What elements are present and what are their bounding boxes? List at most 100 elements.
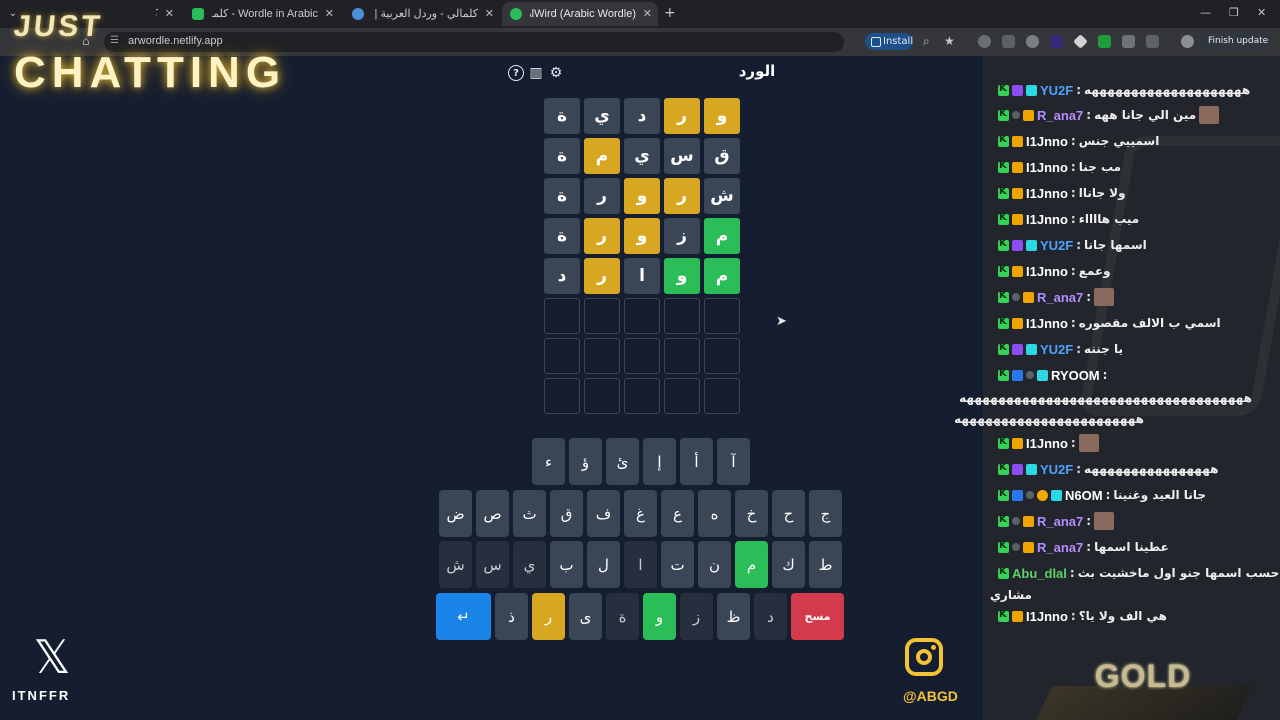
profile-avatar[interactable]	[1181, 35, 1194, 48]
finish-update-button[interactable]: Finish update	[1200, 32, 1272, 51]
install-button[interactable]: Install	[865, 33, 913, 50]
key-letter[interactable]: ه	[698, 490, 731, 537]
key-letter[interactable]: إ	[643, 438, 676, 485]
chat-badge-icon	[998, 83, 1009, 96]
chat-username[interactable]: R_ana7	[1037, 290, 1083, 305]
chat-username[interactable]: I1Jnno	[1026, 134, 1068, 149]
key-letter[interactable]: ز	[680, 593, 713, 640]
key-letter[interactable]: ك	[772, 541, 805, 588]
chat-badge-icon	[998, 238, 1009, 251]
key-letter[interactable]: ت	[661, 541, 694, 588]
key-letter[interactable]: ض	[439, 490, 472, 537]
extension-icon[interactable]	[1002, 35, 1015, 48]
chat-username[interactable]: YU2F	[1040, 342, 1073, 357]
key-letter[interactable]: خ	[735, 490, 768, 537]
key-letter[interactable]: ح	[772, 490, 805, 537]
just-chatting-logo-bottom: CHATTING	[14, 48, 287, 97]
chat-badge-icon	[1023, 291, 1034, 303]
chat-colon: :	[1070, 609, 1076, 623]
chat-colon: :	[1076, 83, 1082, 97]
chat-username[interactable]: R_ana7	[1037, 540, 1083, 555]
key-letter[interactable]: أ	[680, 438, 713, 485]
key-letter[interactable]: ئ	[606, 438, 639, 485]
chat-username[interactable]: R_ana7	[1037, 108, 1083, 123]
tab-kalimali[interactable]: كلمالي - وردل العربية | aly.com ✕	[344, 2, 500, 26]
zoom-icon[interactable]: ⌕	[923, 34, 930, 49]
close-tab-icon[interactable]: ✕	[485, 2, 494, 26]
key-letter[interactable]: ل	[587, 541, 620, 588]
minimize-icon[interactable]: —	[1200, 6, 1211, 19]
key-letter[interactable]: ء	[532, 438, 565, 485]
key-letter[interactable]: ج	[809, 490, 842, 537]
close-tab-icon[interactable]: ✕	[165, 2, 174, 26]
tab-kalima[interactable]: كلمة ✕	[128, 2, 180, 26]
bookmark-star-icon[interactable]: ★	[944, 34, 955, 48]
grid-tile: ر	[584, 258, 620, 294]
key-letter[interactable]: ث	[513, 490, 546, 537]
key-letter[interactable]: ب	[550, 541, 583, 588]
close-tab-icon[interactable]: ✕	[643, 2, 652, 26]
chat-username[interactable]: I1Jnno	[1026, 436, 1068, 451]
chat-badge-icon	[998, 609, 1009, 622]
chat-username[interactable]: I1Jnno	[1026, 264, 1068, 279]
key-letter[interactable]: ة	[606, 593, 639, 640]
site-info-icon[interactable]: ☰	[110, 35, 119, 46]
key-letter[interactable]: غ	[624, 490, 657, 537]
close-tab-icon[interactable]: ✕	[325, 2, 334, 26]
instagram-logo-icon	[905, 638, 943, 676]
chat-username[interactable]: I1Jnno	[1026, 609, 1068, 624]
key-letter[interactable]: ي	[513, 541, 546, 588]
help-icon[interactable]: ?	[508, 65, 524, 81]
chat-username[interactable]: R_ana7	[1037, 514, 1083, 529]
key-letter[interactable]: ؤ	[569, 438, 602, 485]
extension-icon[interactable]	[1026, 35, 1039, 48]
key-letter[interactable]: ى	[569, 593, 602, 640]
chat-username[interactable]: N6OM	[1065, 488, 1103, 503]
chat-badge-icon	[1012, 213, 1023, 225]
chat-username[interactable]: RYOOM	[1051, 368, 1100, 383]
extension-icon[interactable]	[978, 35, 991, 48]
close-window-icon[interactable]: ✕	[1257, 6, 1266, 19]
key-letter[interactable]: س	[476, 541, 509, 588]
extension-icon[interactable]	[1098, 35, 1111, 48]
tab-wordle-arabic[interactable]: Wordle in Arabic - كلمات ✕	[184, 2, 340, 26]
chat-username[interactable]: I1Jnno	[1026, 160, 1068, 175]
maximize-icon[interactable]: ❐	[1229, 6, 1239, 19]
extensions-puzzle-icon[interactable]	[1146, 35, 1159, 48]
mute-icon[interactable]	[1122, 35, 1135, 48]
chat-username[interactable]: YU2F	[1040, 238, 1073, 253]
key-letter[interactable]: ق	[550, 490, 583, 537]
chat-text: مب جنا	[1078, 160, 1122, 174]
grid-tile: و	[624, 218, 660, 254]
delete-key[interactable]: مسح	[791, 593, 844, 640]
key-letter[interactable]: ن	[698, 541, 731, 588]
key-letter[interactable]: و	[643, 593, 676, 640]
key-letter[interactable]: د	[754, 593, 787, 640]
key-letter[interactable]: ر	[532, 593, 565, 640]
key-letter[interactable]: ا	[624, 541, 657, 588]
new-tab-icon[interactable]: +	[664, 5, 676, 21]
key-letter[interactable]: ع	[661, 490, 694, 537]
key-letter[interactable]: ط	[809, 541, 842, 588]
chat-username[interactable]: I1Jnno	[1026, 186, 1068, 201]
chat-username[interactable]: I1Jnno	[1026, 316, 1068, 331]
tab-favicon-icon	[510, 8, 522, 20]
key-letter[interactable]: ص	[476, 490, 509, 537]
key-letter[interactable]: ش	[439, 541, 472, 588]
stats-icon[interactable]: ▥	[528, 65, 544, 81]
tab-alwird[interactable]: AlWird (Arabic Wordle) - الورد ✕	[502, 2, 658, 26]
chat-username[interactable]: I1Jnno	[1026, 212, 1068, 227]
key-letter[interactable]: ظ	[717, 593, 750, 640]
key-letter[interactable]: ف	[587, 490, 620, 537]
key-letter[interactable]: آ	[717, 438, 750, 485]
extension-icon[interactable]	[1050, 35, 1063, 48]
chat-username[interactable]: YU2F	[1040, 462, 1073, 477]
enter-key[interactable]: ↵	[436, 593, 491, 640]
key-letter[interactable]: م	[735, 541, 768, 588]
chat-username[interactable]: YU2F	[1040, 83, 1073, 98]
chat-text: عطينا اسمها	[1094, 540, 1169, 554]
settings-gear-icon[interactable]: ⚙	[548, 65, 564, 81]
key-letter[interactable]: ذ	[495, 593, 528, 640]
chat-username[interactable]: Abu_dlal	[1012, 566, 1067, 581]
chat-badge-icon	[1026, 491, 1034, 499]
